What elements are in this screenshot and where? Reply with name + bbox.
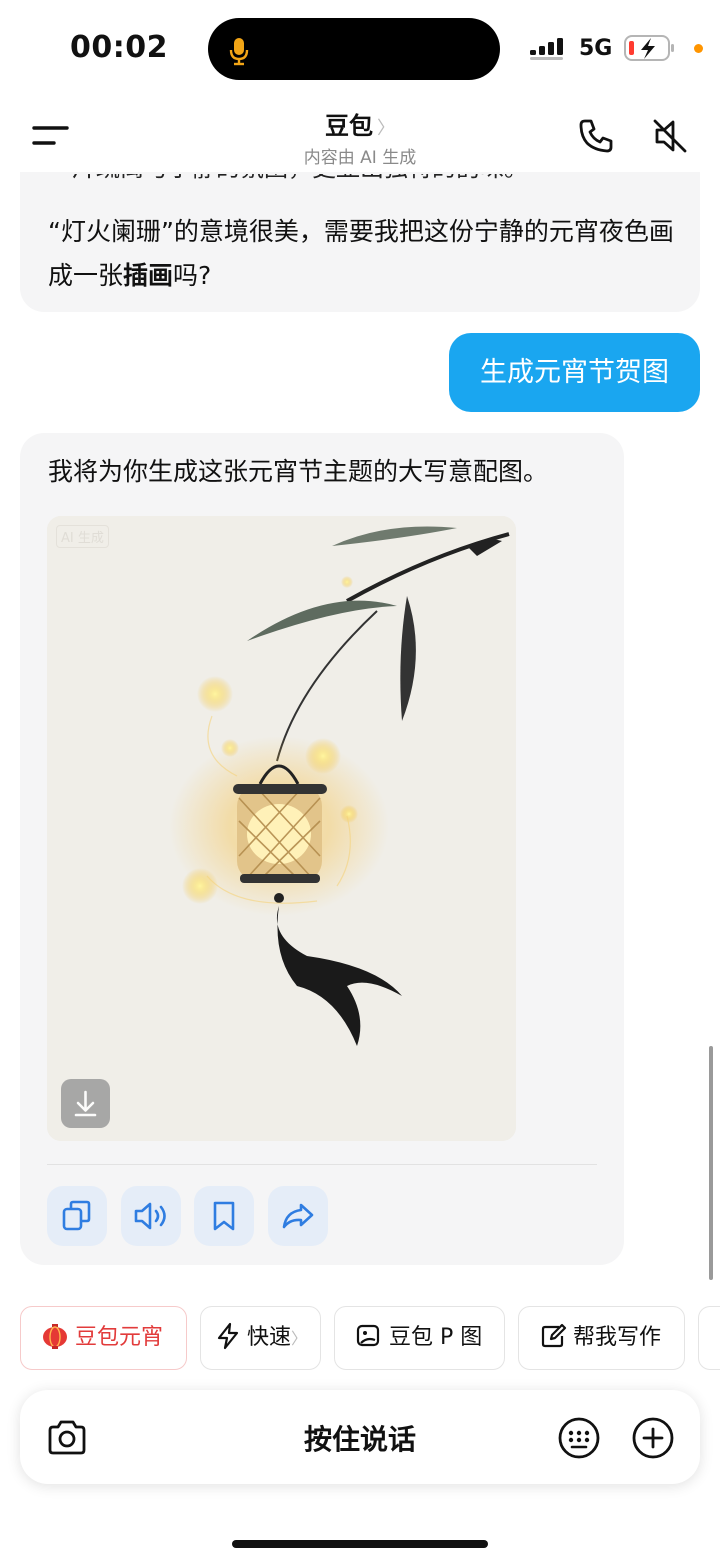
battery-icon [624,35,674,61]
chip-label: 豆包 P 图 [389,1325,483,1350]
bot-message-bold-link[interactable]: 插画 [123,261,173,290]
ai-generated-badge: AI 生成 [56,525,109,548]
privacy-indicator [694,44,703,53]
user-message-bubble: 生成元宵节贺图 [449,333,700,412]
signal-icon [530,38,563,60]
bookmark-button[interactable] [194,1186,254,1246]
status-time: 00:02 [70,30,168,65]
chip-label: 帮我写作 [573,1325,662,1350]
speaker-mute-icon[interactable] [650,116,690,156]
chevron-right-icon: 〉 [291,1329,308,1348]
chip-label: 快速 [247,1325,292,1350]
chat-title-text: 豆包 [325,112,373,140]
pen-icon [541,1323,567,1348]
bookmark-icon [213,1201,235,1231]
chip-fast[interactable]: 快速〉 [200,1306,321,1370]
home-indicator[interactable] [232,1540,488,1548]
bot-message-text-part: 吗? [173,261,212,290]
speaker-icon [134,1202,166,1230]
lightning-icon [217,1322,239,1350]
hold-to-talk-button[interactable]: 按住说话 [0,1418,720,1458]
download-icon[interactable] [61,1079,110,1128]
chip-doubao-lantern[interactable]: 豆包元宵 [20,1306,187,1370]
chip-label: 豆包元宵 [75,1325,164,1350]
share-button[interactable] [268,1186,328,1246]
microphone-icon [229,38,249,66]
bot-message-text: 我将为你生成这张元宵节主题的大写意配图。 [48,457,549,486]
chip-more[interactable] [698,1306,720,1370]
phone-call-icon[interactable] [576,116,616,156]
generated-image[interactable] [47,516,516,1141]
lantern-icon [43,1324,67,1349]
share-icon [282,1203,314,1229]
scrollbar[interactable] [709,1046,713,1280]
bot-message-text: “灯火阑珊”的意境很美，需要我把这份宁静的元宵夜色画成一张插画吗? [48,210,678,298]
dynamic-island [208,18,500,80]
read-aloud-button[interactable] [121,1186,181,1246]
chip-write-for-me[interactable]: 帮我写作 [518,1306,685,1370]
keyboard-icon[interactable] [556,1415,602,1461]
chevron-right-icon: 〉 [377,118,395,139]
network-type: 5G [579,36,613,61]
action-divider [47,1164,597,1165]
chip-image-edit[interactable]: 豆包 P 图 [334,1306,505,1370]
copy-icon [62,1200,91,1231]
copy-button[interactable] [47,1186,107,1246]
plus-icon[interactable] [630,1415,676,1461]
image-edit-icon [356,1324,380,1347]
